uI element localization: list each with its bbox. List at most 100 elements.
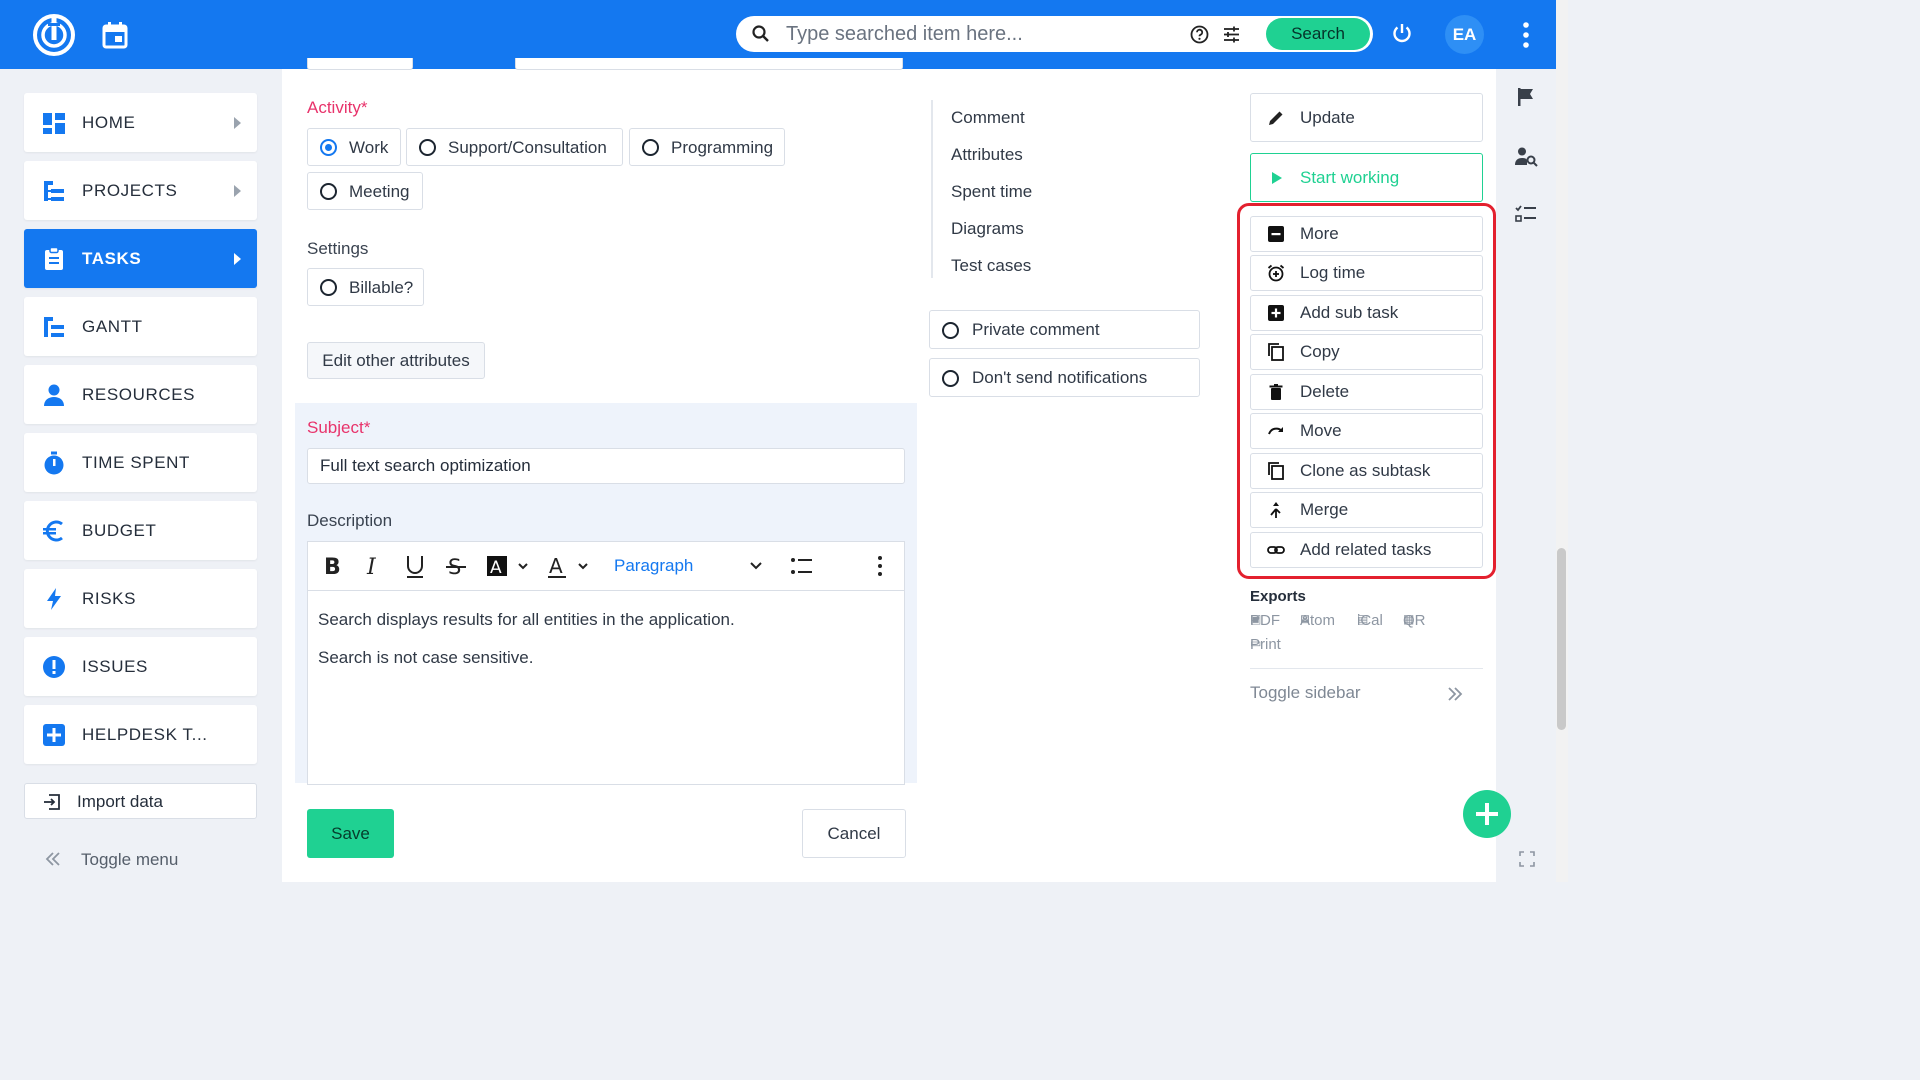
tab-comment[interactable]: Comment [951, 108, 1025, 128]
dont-send-notifications-checkbox[interactable]: Don't send notifications [929, 358, 1200, 397]
bold-icon[interactable]: B [322, 542, 342, 590]
tab-attributes[interactable]: Attributes [951, 145, 1023, 165]
pencil-icon [1267, 109, 1285, 127]
exports-title: Exports [1250, 588, 1306, 605]
filter-sliders-icon[interactable] [1222, 25, 1241, 44]
stopwatch-icon [42, 451, 66, 475]
billable-label: Billable? [349, 278, 414, 297]
nav-item-time-spent[interactable]: TIME SPENT [24, 433, 257, 492]
billable-checkbox[interactable]: Billable? [307, 268, 424, 306]
radio-indicator [642, 139, 659, 156]
edit-other-attributes-button[interactable]: Edit other attributes [307, 342, 485, 379]
tab-spent-time[interactable]: Spent time [951, 182, 1032, 202]
save-button[interactable]: Save [307, 809, 394, 858]
strikethrough-icon[interactable]: S [445, 542, 467, 590]
partial-field [307, 58, 413, 70]
activity-option-label: Support/Consultation [448, 138, 607, 157]
private-comment-label: Private comment [972, 320, 1100, 339]
secondary-toolbar [1496, 69, 1556, 882]
double-chevron-right-icon[interactable] [1446, 685, 1464, 703]
nav-item-budget[interactable]: BUDGET [24, 501, 257, 560]
start-working-label: Start working [1300, 168, 1400, 187]
user-search-icon[interactable] [1514, 146, 1538, 168]
nav-item-tasks[interactable]: TASKS [24, 229, 257, 288]
scrollbar-track[interactable] [1556, 0, 1568, 882]
editor-content[interactable]: Search displays results for all entities… [308, 590, 904, 784]
nav-item-helpdesk[interactable]: HELPDESK T... [24, 705, 257, 764]
underline-icon[interactable] [404, 542, 426, 590]
activity-option-label: Meeting [349, 182, 410, 201]
scrollbar-thumb[interactable] [1557, 548, 1566, 730]
user-avatar[interactable]: EA [1445, 15, 1484, 54]
paragraph-format-select[interactable]: Paragraph [614, 542, 693, 590]
chevron-down-icon[interactable] [748, 542, 764, 590]
activity-option-label: Work [349, 138, 389, 157]
checkbox-indicator [942, 322, 959, 339]
more-vertical-icon[interactable] [1517, 20, 1535, 50]
quick-add-button[interactable] [1463, 790, 1511, 838]
search-input[interactable] [786, 20, 1166, 48]
svg-text:A: A [549, 554, 563, 578]
activity-label: Activity* [307, 98, 368, 117]
nav-item-projects[interactable]: PROJECTS [24, 161, 257, 220]
cancel-button[interactable]: Cancel [802, 809, 906, 858]
divider [1250, 668, 1483, 669]
activity-option-support[interactable]: Support/Consultation [406, 128, 623, 166]
tab-diagrams[interactable]: Diagrams [951, 219, 1024, 239]
nav-item-risks[interactable]: RISKS [24, 569, 257, 628]
nav-item-home[interactable]: HOME [24, 93, 257, 152]
tab-test-cases[interactable]: Test cases [951, 256, 1031, 276]
editor-paragraph: Search displays results for all entities… [318, 610, 735, 629]
nav-item-resources[interactable]: RESOURCES [24, 365, 257, 424]
caret-right-icon [234, 253, 241, 265]
highlight-color-icon[interactable]: A [486, 542, 532, 590]
nav-item-label: ISSUES [82, 657, 148, 676]
nav-item-label: PROJECTS [82, 181, 178, 200]
start-working-button[interactable]: Start working [1250, 153, 1483, 202]
nav-item-label: TASKS [82, 249, 142, 268]
highlight-annotation-frame [1237, 203, 1496, 579]
dashboard-icon [42, 111, 66, 135]
nav-item-label: BUDGET [82, 521, 157, 540]
search-button[interactable]: Search [1266, 18, 1370, 50]
update-button[interactable]: Update [1250, 93, 1483, 142]
font-color-icon[interactable]: A [548, 542, 594, 590]
radio-indicator [419, 139, 436, 156]
activity-option-programming[interactable]: Programming [629, 128, 785, 166]
bulleted-list-icon[interactable] [790, 542, 814, 590]
activity-option-meeting[interactable]: Meeting [307, 172, 423, 210]
activity-option-work[interactable]: Work [307, 128, 401, 166]
exclamation-icon [42, 655, 66, 679]
app-logo-icon[interactable] [33, 14, 75, 56]
person-icon [42, 383, 66, 407]
toggle-sidebar-button[interactable]: Toggle sidebar [1250, 683, 1361, 703]
checkbox-indicator [942, 370, 959, 387]
gantt-icon [42, 315, 66, 339]
italic-icon[interactable]: I [364, 542, 384, 590]
import-data-label: Import data [77, 792, 163, 811]
update-label: Update [1300, 108, 1355, 127]
svg-text:I: I [366, 555, 377, 580]
settings-label: Settings [307, 239, 369, 258]
global-search: Search [736, 16, 1373, 52]
flag-icon[interactable] [1516, 87, 1536, 107]
nav-item-gantt[interactable]: GANTT [24, 297, 257, 356]
import-data-button[interactable]: Import data [24, 783, 257, 819]
clipboard-icon [42, 247, 66, 271]
subject-input[interactable] [308, 449, 904, 483]
fullscreen-icon[interactable] [1519, 851, 1535, 867]
radio-indicator [320, 139, 337, 156]
nav-item-label: TIME SPENT [82, 453, 191, 472]
calendar-icon[interactable] [102, 21, 128, 49]
checklist-icon[interactable] [1515, 204, 1537, 224]
svg-text:B: B [324, 555, 341, 580]
power-icon[interactable] [1391, 22, 1413, 44]
private-comment-checkbox[interactable]: Private comment [929, 310, 1200, 349]
toggle-menu-label: Toggle menu [81, 850, 179, 869]
nav-item-label: RESOURCES [82, 385, 196, 404]
more-vertical-icon[interactable] [874, 542, 886, 590]
activity-option-label: Programming [671, 138, 774, 157]
help-icon[interactable] [1190, 25, 1209, 44]
search-icon [751, 24, 771, 44]
nav-item-issues[interactable]: ISSUES [24, 637, 257, 696]
